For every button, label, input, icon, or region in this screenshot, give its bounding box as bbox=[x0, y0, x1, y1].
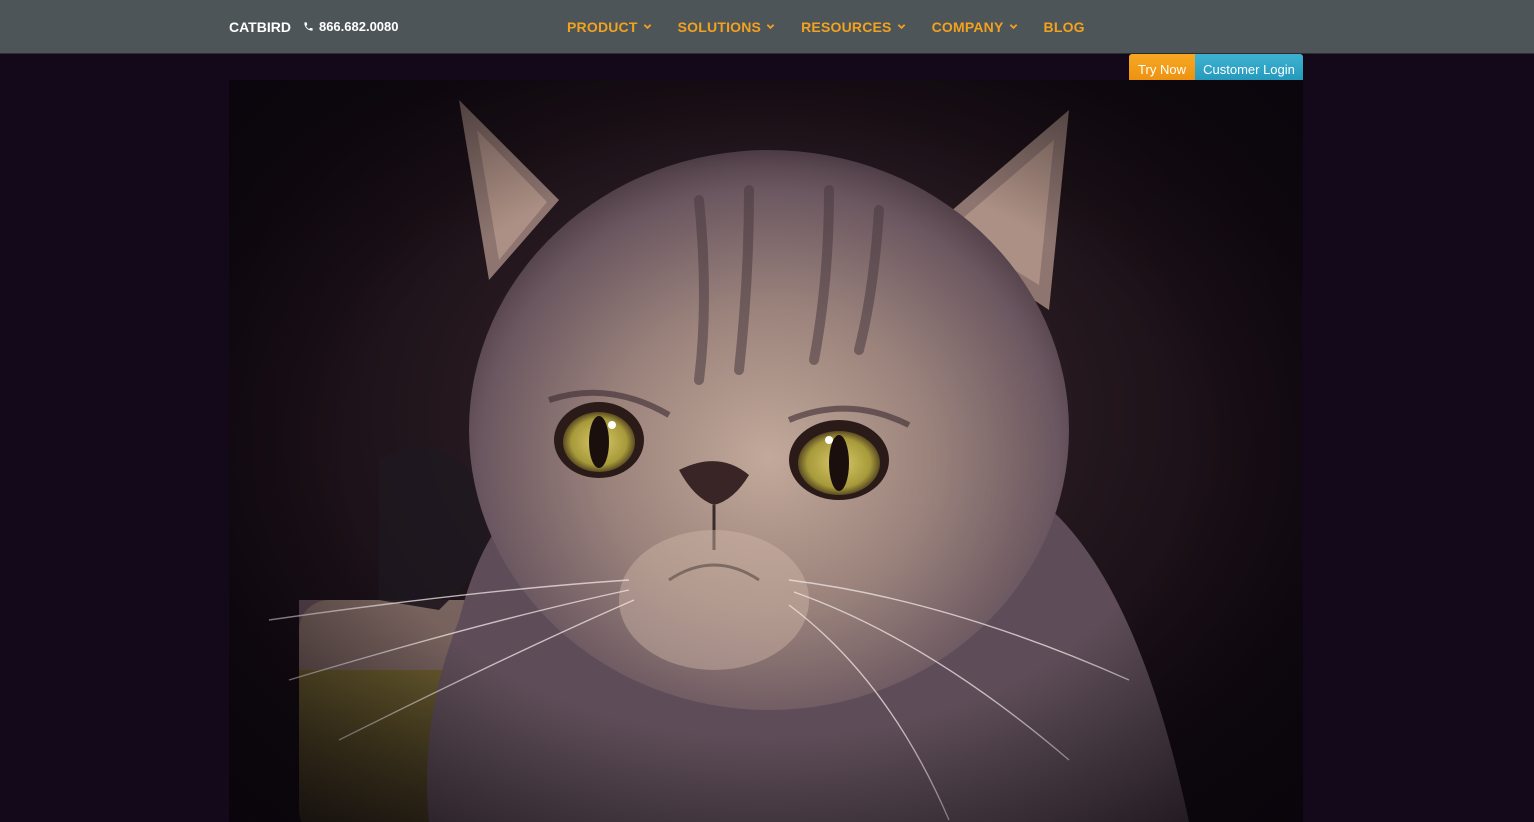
nav-item-company[interactable]: COMPANY bbox=[932, 19, 1018, 35]
nav-item-blog[interactable]: BLOG bbox=[1044, 19, 1085, 35]
chevron-down-icon bbox=[1009, 24, 1017, 30]
hero-cat-image bbox=[229, 80, 1303, 822]
phone-icon bbox=[304, 22, 313, 31]
nav-item-label: BLOG bbox=[1043, 18, 1085, 35]
brand-area: CATBIRD 866.682.0080 bbox=[229, 0, 399, 53]
nav-item-label: RESOURCES bbox=[801, 18, 892, 35]
brand-name[interactable]: CATBIRD bbox=[229, 19, 291, 35]
main-menu: PRODUCT SOLUTIONS RESOURCES COMPANY BLOG bbox=[567, 0, 1085, 53]
nav-item-label: COMPANY bbox=[931, 18, 1004, 35]
top-navbar: CATBIRD 866.682.0080 PRODUCT SOLUTIONS R… bbox=[0, 0, 1534, 53]
chevron-down-icon bbox=[897, 24, 905, 30]
nav-item-product[interactable]: PRODUCT bbox=[567, 19, 652, 35]
nav-item-resources[interactable]: RESOURCES bbox=[801, 19, 905, 35]
phone-link[interactable]: 866.682.0080 bbox=[303, 19, 399, 34]
chevron-down-icon bbox=[643, 24, 651, 30]
nav-item-label: SOLUTIONS bbox=[677, 18, 762, 35]
chevron-down-icon bbox=[766, 24, 775, 30]
cat-illustration bbox=[229, 80, 1303, 822]
nav-item-label: PRODUCT bbox=[567, 18, 638, 35]
phone-number: 866.682.0080 bbox=[318, 19, 399, 34]
nav-item-solutions[interactable]: SOLUTIONS bbox=[678, 19, 775, 35]
